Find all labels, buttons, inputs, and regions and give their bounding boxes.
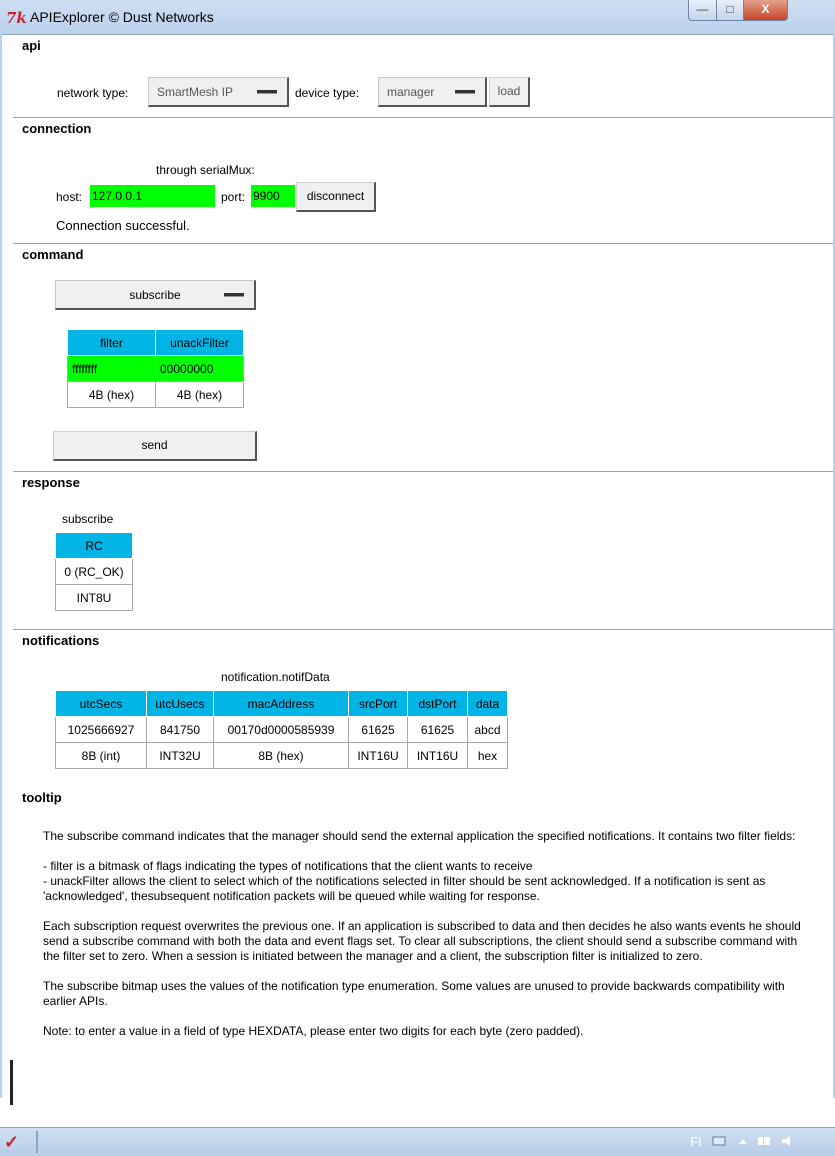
tk-icon: 7k <box>6 9 27 27</box>
api-section: api network type: SmartMesh IP device ty… <box>13 34 833 117</box>
window-titlebar[interactable]: 7k APIExplorer © Dust Networks — □ X <box>0 0 835 35</box>
field-format: 8B (hex) <box>213 742 349 769</box>
language-indicator[interactable]: FI <box>690 1134 702 1149</box>
chevron-down-icon <box>257 90 277 94</box>
tk-start-icon[interactable]: ✓ <box>4 1132 19 1153</box>
close-button[interactable]: X <box>743 0 788 21</box>
tooltip-paragraph: - filter is a bitmask of flags indicatin… <box>43 859 766 903</box>
filter-input[interactable]: ffffffff <box>67 355 156 382</box>
command-fields-table: filter unackFilter ffffffff 00000000 4B … <box>67 329 244 408</box>
network-tray-icon[interactable] <box>712 1134 726 1148</box>
field-format: 8B (int) <box>55 742 147 769</box>
field-format: 4B (hex) <box>155 381 244 408</box>
host-input[interactable]: 127.0.0.1 <box>90 185 215 207</box>
table-cell: 1025666927 <box>55 716 147 743</box>
tooltip-text: The subscribe command indicates that the… <box>43 829 813 1039</box>
tooltip-paragraph: Note: to enter a value in a field of typ… <box>43 1024 584 1038</box>
volume-tray-icon[interactable] <box>780 1134 794 1148</box>
field-format: INT8U <box>55 584 133 611</box>
network-type-label: network type: <box>57 86 129 100</box>
port-input[interactable]: 9900 <box>251 185 295 207</box>
minimize-button[interactable]: — <box>688 0 717 21</box>
response-section: response subscribe RC 0 (RC_OK) INT8U <box>13 471 833 629</box>
field-format: hex <box>467 742 508 769</box>
send-button[interactable]: send <box>53 431 257 461</box>
column-header: filter <box>67 329 156 356</box>
taskbar-separator <box>36 1131 38 1153</box>
through-serialmux-label: through serialMux: <box>156 163 255 177</box>
window-title: APIExplorer © Dust Networks <box>30 9 214 25</box>
section-title: response <box>22 475 80 490</box>
flag-tray-icon[interactable] <box>736 1134 750 1148</box>
connection-status: Connection successful. <box>56 218 190 233</box>
connection-section: connection through serialMux: host: 127.… <box>13 117 833 243</box>
response-table-title: subscribe <box>62 512 114 526</box>
column-header: dstPort <box>407 690 468 717</box>
field-format: INT16U <box>407 742 468 769</box>
network-type-value: SmartMesh IP <box>157 85 234 99</box>
section-title: api <box>22 38 41 53</box>
section-title: connection <box>22 121 92 136</box>
unackfilter-input[interactable]: 00000000 <box>155 355 244 382</box>
section-title: command <box>22 247 84 262</box>
field-format: INT16U <box>348 742 408 769</box>
command-select-menu[interactable]: subscribe <box>55 280 256 310</box>
chevron-down-icon <box>224 293 244 297</box>
command-section: command subscribe filter unackFilter fff… <box>13 243 833 471</box>
device-type-value: manager <box>387 85 435 99</box>
section-title: notifications <box>22 633 100 648</box>
table-cell: 61625 <box>348 716 408 743</box>
command-select-value: subscribe <box>129 288 181 302</box>
column-header: data <box>467 690 508 717</box>
network-type-menu[interactable]: SmartMesh IP <box>148 77 289 107</box>
table-cell: 61625 <box>407 716 468 743</box>
table-cell: abcd <box>467 716 508 743</box>
host-label: host: <box>56 190 83 204</box>
port-label: port: <box>221 190 246 204</box>
load-button[interactable]: load <box>489 77 530 107</box>
disconnect-button[interactable]: disconnect <box>296 182 376 212</box>
response-table: RC 0 (RC_OK) INT8U <box>55 532 133 611</box>
notifications-table-title: notification.notifData <box>221 670 330 684</box>
rc-value: 0 (RC_OK) <box>55 558 133 585</box>
device-type-menu[interactable]: manager <box>378 77 487 107</box>
notifications-section: notifications notification.notifData utc… <box>13 629 833 785</box>
column-header: srcPort <box>348 690 408 717</box>
device-type-label: device type: <box>295 86 360 100</box>
flag-tray-icon[interactable] <box>757 1134 771 1148</box>
table-cell: 841750 <box>146 716 214 743</box>
table-cell: 00170d0000585939 <box>213 716 349 743</box>
tooltip-paragraph: The subscribe bitmap uses the values of … <box>43 979 785 1008</box>
column-header: macAddress <box>213 690 349 717</box>
tooltip-paragraph: The subscribe command indicates that the… <box>43 829 796 843</box>
field-format: 4B (hex) <box>67 381 156 408</box>
notifications-table: utcSecs utcUsecs macAddress srcPort dstP… <box>55 690 508 769</box>
column-header: RC <box>55 532 133 559</box>
tooltip-paragraph: Each subscription request overwrites the… <box>43 919 801 963</box>
column-header: utcUsecs <box>146 690 214 717</box>
chevron-down-icon <box>455 90 475 94</box>
field-format: INT32U <box>146 742 214 769</box>
taskbar: ✓ FI <box>0 1127 835 1156</box>
maximize-button[interactable]: □ <box>716 0 744 21</box>
column-header: utcSecs <box>55 690 147 717</box>
column-header: unackFilter <box>155 329 244 356</box>
section-title: tooltip <box>22 790 62 805</box>
